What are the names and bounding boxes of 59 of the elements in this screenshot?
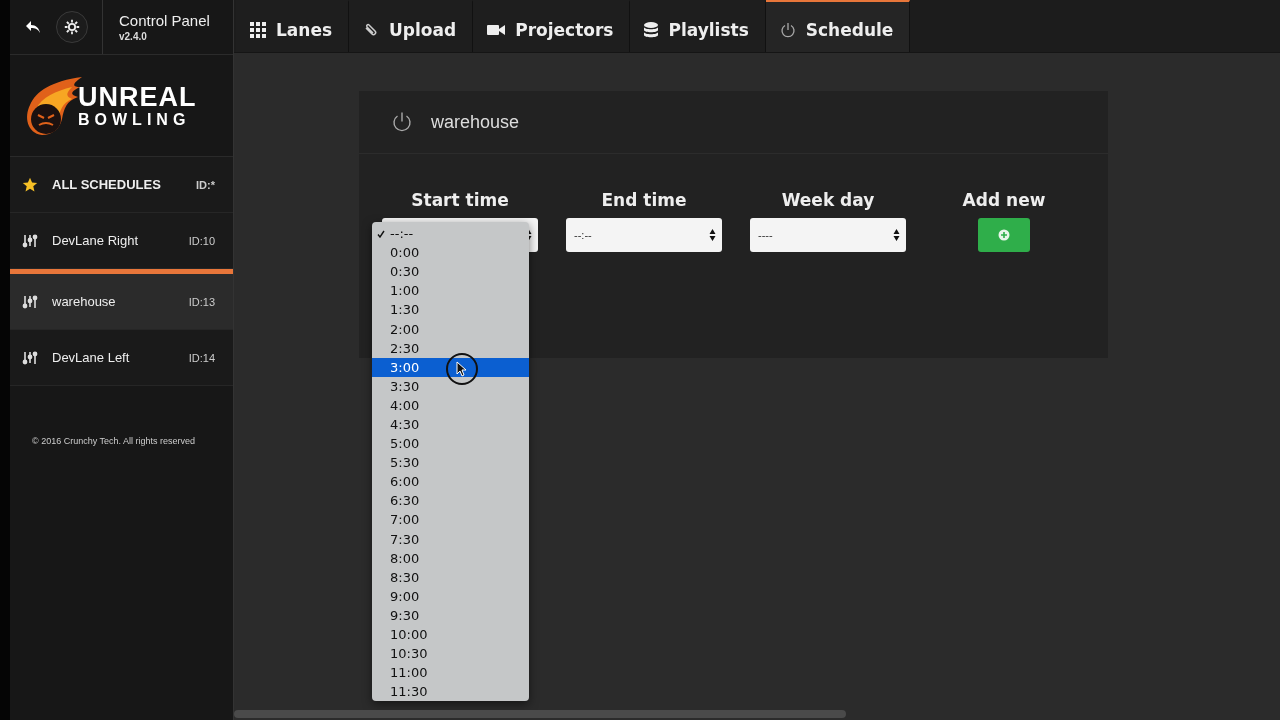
sliders-icon (22, 294, 38, 309)
add-button[interactable] (978, 218, 1030, 252)
sliders-icon (22, 350, 38, 365)
dropdown-option[interactable]: 11:00 (372, 663, 529, 683)
dropdown-option[interactable]: 4:30 (372, 414, 529, 435)
version-label: v2.4.0 (119, 31, 148, 42)
dropdown-option[interactable]: 7:00 (372, 510, 529, 530)
dropdown-option[interactable]: 1:30 (372, 300, 529, 320)
sliders-icon (22, 233, 38, 248)
video-camera-icon (487, 24, 506, 36)
dropdown-option[interactable]: 5:00 (372, 434, 529, 454)
dropdown-option[interactable]: 8:00 (372, 548, 529, 568)
cursor-icon (446, 353, 478, 385)
nav-tab[interactable]: Schedule (765, 0, 911, 52)
grid-icon (250, 22, 266, 38)
back-arrow-icon (25, 20, 41, 34)
logo-wordmark: UNREAL (78, 82, 197, 111)
dropdown-option[interactable]: 2:30 (372, 338, 529, 358)
dropdown-option[interactable]: 0:00 (372, 243, 529, 263)
dropdown-option[interactable]: 11:30 (372, 682, 529, 702)
dropdown-option[interactable]: --:-- (372, 224, 529, 244)
dropdown-option[interactable]: 6:00 (372, 472, 529, 492)
dropdown-option[interactable]: 1:00 (372, 281, 529, 301)
power-icon (391, 111, 413, 133)
power-icon (779, 22, 796, 38)
schedule-item[interactable]: warehouse ID:13 (10, 269, 233, 330)
dropdown-option[interactable]: 10:00 (372, 624, 529, 645)
dropdown-option[interactable]: 6:30 (372, 491, 529, 511)
logo-subtitle: BOWLING (78, 110, 191, 129)
dropdown-option[interactable]: 2:00 (372, 319, 529, 339)
dropdown-option[interactable]: 3:00 (372, 357, 529, 377)
dropdown-option[interactable]: 10:30 (372, 644, 529, 664)
up-down-arrows-icon (709, 228, 716, 242)
end-time-select[interactable]: --:-- (566, 218, 722, 252)
gear-icon (63, 18, 81, 36)
copyright-text: © 2016 Crunchy Tech. All rights reserved (32, 436, 197, 446)
dropdown-option[interactable]: 7:30 (372, 529, 529, 549)
field-label: Week day (781, 190, 875, 210)
checkmark-icon (377, 229, 385, 238)
dropdown-option[interactable]: 0:30 (372, 262, 529, 282)
dropdown-option[interactable]: 4:00 (372, 395, 529, 415)
dropdown-option[interactable]: 9:30 (372, 605, 529, 625)
up-down-arrows-icon (893, 228, 900, 242)
dropdown-option[interactable]: 3:30 (372, 376, 529, 396)
dropdown-option[interactable]: 9:00 (372, 586, 529, 606)
paperclip-icon (363, 22, 380, 38)
database-icon (644, 22, 659, 38)
star-icon (22, 176, 38, 193)
field-label: Start time (411, 190, 509, 210)
plus-icon (998, 229, 1010, 241)
field-label: Add new (962, 190, 1046, 210)
field-label: End time (601, 190, 687, 210)
week-day-select[interactable]: ---- (750, 218, 906, 252)
dropdown-option[interactable]: 5:30 (372, 453, 529, 473)
app-title: Control Panel (119, 12, 211, 29)
settings-button[interactable] (56, 11, 88, 43)
scrollbar-thumb[interactable] (234, 710, 846, 718)
dropdown-option[interactable]: 8:30 (372, 567, 529, 587)
panel-title: warehouse (431, 111, 520, 133)
